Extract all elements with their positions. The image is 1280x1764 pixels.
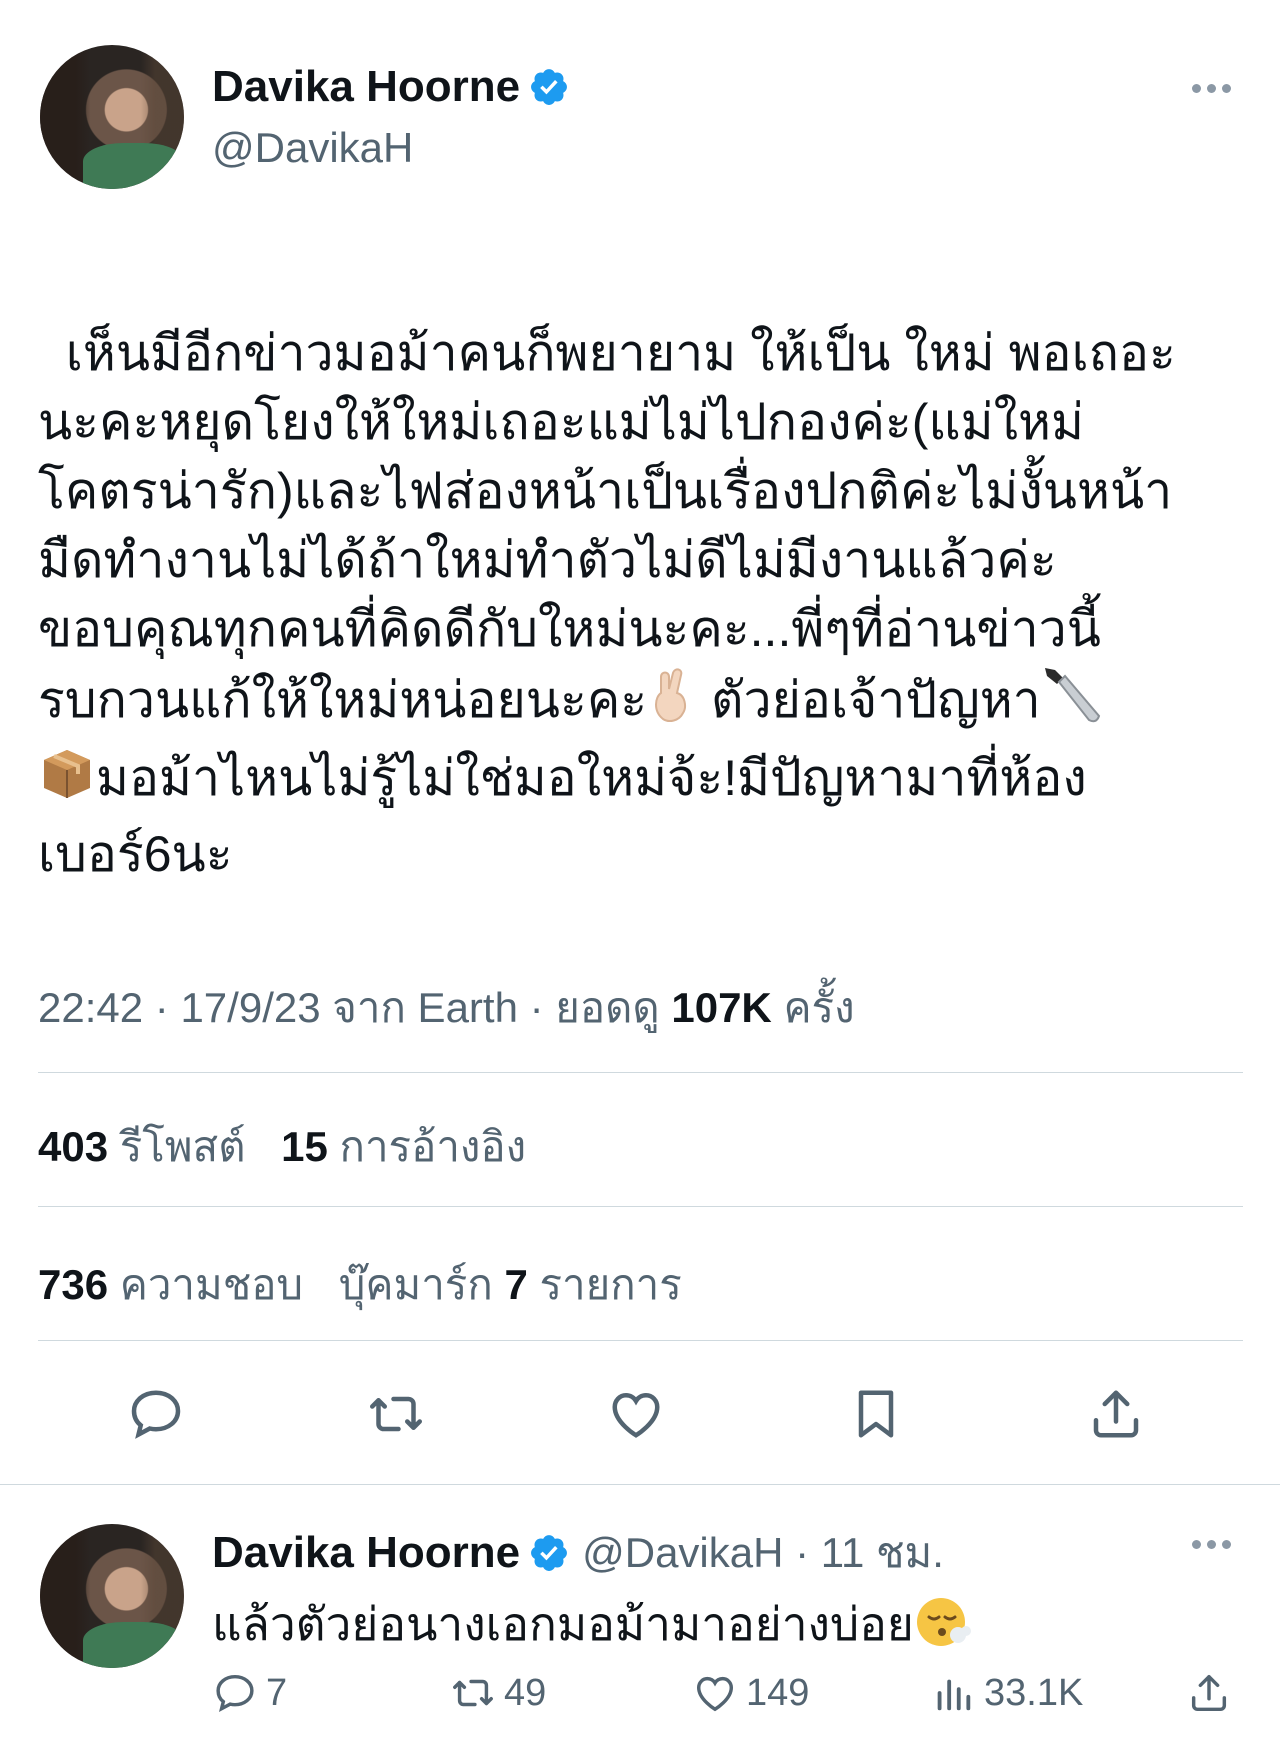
bookmarks-count[interactable]: 7 xyxy=(504,1261,527,1308)
reply-display-name[interactable]: Davika Hoorne xyxy=(212,1528,520,1578)
more-options-icon[interactable] xyxy=(1192,1540,1231,1549)
divider xyxy=(0,1484,1280,1485)
more-options-icon[interactable] xyxy=(1192,84,1231,93)
tweet-text-line8: เบอร์6นะ xyxy=(38,826,233,882)
reply-views-count: 33.1K xyxy=(984,1671,1084,1714)
knife-emoji xyxy=(1041,664,1103,744)
bookmarks-label[interactable]: บุ๊คมาร์ก xyxy=(339,1261,493,1308)
likes-count[interactable]: 736 xyxy=(38,1261,108,1308)
reply-likes[interactable]: 149 xyxy=(692,1670,809,1716)
views-unit: ครั้ง xyxy=(783,984,855,1031)
tweet-text-line7: มอม้าไหนไม่รู้ไม่ใช่มอใหม่จ้ะ!มีปัญหามาท… xyxy=(96,750,1087,807)
tweet-meta: 22:42 · 17/9/23 จาก Earth · ยอดดู 107K ค… xyxy=(38,975,855,1041)
repost-icon[interactable] xyxy=(450,1670,496,1716)
reply-handle-time[interactable]: @DavikaH · 11 ชม. xyxy=(582,1520,944,1586)
reply-text-body: แล้วตัวย่อนางเอกมอม้ามาอย่างบ่อย xyxy=(212,1598,914,1650)
display-name[interactable]: Davika Hoorne xyxy=(212,62,520,112)
tweet-text: เห็นมีอีกข่าวมอม้าคนก็พยายาม ให้เป็น ใหม… xyxy=(38,250,1248,889)
share-icon[interactable] xyxy=(1186,1670,1232,1716)
tweet-text-line6-end: ตัวย่อเจ้าปัญหา xyxy=(697,672,1041,729)
reply-likes-count: 149 xyxy=(746,1671,810,1714)
like-icon[interactable] xyxy=(604,1382,668,1446)
likes-label[interactable]: ความชอบ xyxy=(120,1261,303,1308)
divider xyxy=(38,1206,1243,1207)
meta-separator: · xyxy=(529,984,544,1031)
package-emoji xyxy=(38,744,96,820)
reposts-count[interactable]: 403 xyxy=(38,1123,108,1170)
views-label: ยอดดู xyxy=(555,984,660,1031)
tweet-source: จาก Earth xyxy=(332,984,518,1031)
author-name-row: Davika Hoorne xyxy=(212,62,570,112)
reply-reposts[interactable]: 49 xyxy=(450,1670,546,1716)
quotes-count[interactable]: 15 xyxy=(281,1123,328,1170)
bookmarks-unit: รายการ xyxy=(539,1261,682,1308)
tweet-date[interactable]: 17/9/23 xyxy=(180,984,320,1031)
reply-icon[interactable] xyxy=(212,1670,258,1716)
crossed-fingers-emoji xyxy=(647,667,697,741)
bookmark-icon[interactable] xyxy=(844,1382,908,1446)
reposts-label[interactable]: รีโพสต์ xyxy=(120,1123,246,1170)
stats-row-likes: 736 ความชอบ บุ๊คมาร์ก 7 รายการ xyxy=(38,1252,682,1318)
divider xyxy=(38,1340,1243,1341)
like-icon[interactable] xyxy=(692,1670,738,1716)
views-count[interactable]: 107K xyxy=(671,984,771,1031)
tweet-text-main: เห็นมีอีกข่าวมอม้าคนก็พยายาม ให้เป็น ใหม… xyxy=(38,325,1176,729)
avatar[interactable] xyxy=(40,45,184,189)
views-icon[interactable] xyxy=(930,1670,976,1716)
reply-icon[interactable] xyxy=(124,1382,188,1446)
face-exhaling-emoji xyxy=(914,1593,972,1662)
reply-reposts-count: 49 xyxy=(504,1671,547,1714)
divider xyxy=(38,1072,1243,1073)
reply-avatar[interactable] xyxy=(40,1524,184,1668)
verified-badge-icon xyxy=(531,69,568,105)
reply-author-row: Davika Hoorne @DavikaH · 11 ชม. xyxy=(212,1520,944,1586)
reply-views[interactable]: 33.1K xyxy=(930,1670,1083,1716)
stats-row-reposts: 403 รีโพสต์ 15 การอ้างอิง xyxy=(38,1114,526,1180)
tweet-time[interactable]: 22:42 xyxy=(38,984,143,1031)
repost-icon[interactable] xyxy=(364,1382,428,1446)
quotes-label[interactable]: การอ้างอิง xyxy=(340,1123,527,1170)
author-handle[interactable]: @DavikaH xyxy=(212,124,413,172)
reply-share[interactable] xyxy=(1186,1670,1232,1716)
meta-separator: · xyxy=(154,984,169,1031)
reply-text: แล้วตัวย่อนางเอกมอม้ามาอย่างบ่อย xyxy=(212,1588,972,1662)
reply-replies-count: 7 xyxy=(266,1671,288,1714)
verified-badge-icon xyxy=(531,1535,568,1571)
share-icon[interactable] xyxy=(1084,1382,1148,1446)
reply-replies[interactable]: 7 xyxy=(212,1670,287,1716)
